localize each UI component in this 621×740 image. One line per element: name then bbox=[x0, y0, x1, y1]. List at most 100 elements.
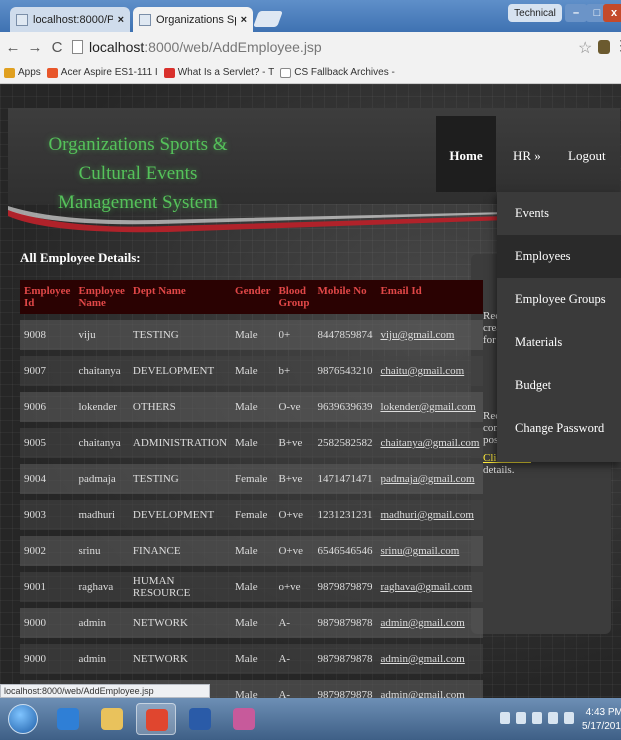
tray-icon[interactable] bbox=[548, 712, 558, 724]
cell-employee-name: viju bbox=[74, 320, 129, 350]
cell-email-id[interactable]: lokender@gmail.com bbox=[376, 392, 484, 422]
cell-blood-group: A- bbox=[274, 644, 314, 674]
menu-item-change-password[interactable]: Change Password bbox=[497, 407, 621, 450]
cell-email-id[interactable]: chaitanya@gmail.com bbox=[376, 428, 484, 458]
cell-gender: Male bbox=[231, 392, 275, 422]
nav-home[interactable]: Home bbox=[436, 116, 496, 192]
tab-title: Organizations Sports & C bbox=[156, 13, 236, 26]
taskbar-word-button[interactable] bbox=[180, 703, 220, 735]
minimize-button[interactable]: – bbox=[565, 4, 587, 22]
tab-close-icon[interactable]: × bbox=[241, 14, 247, 26]
taskbar-ie-button[interactable] bbox=[48, 703, 88, 735]
nav-hr[interactable]: HR » bbox=[513, 148, 541, 164]
page-icon bbox=[72, 40, 83, 54]
extension-icon[interactable] bbox=[598, 40, 610, 54]
reload-button[interactable]: C bbox=[48, 39, 66, 56]
clock-time: 4:43 PM bbox=[585, 707, 621, 718]
browser-menu-icon[interactable]: ⋮ bbox=[614, 38, 621, 55]
profile-button[interactable]: Technical bbox=[508, 4, 562, 22]
section-title: All Employee Details: bbox=[20, 250, 141, 265]
col-blood-group: Blood Group bbox=[274, 280, 314, 314]
cell-blood-group: A- bbox=[274, 608, 314, 638]
cell-blood-group: B+ve bbox=[274, 428, 314, 458]
menu-item-materials[interactable]: Materials bbox=[497, 321, 621, 364]
forward-button[interactable]: → bbox=[26, 39, 44, 56]
col-mobile-no: Mobile No bbox=[313, 280, 377, 314]
cell-email-id[interactable]: admin@gmail.com bbox=[376, 644, 484, 674]
tray-icon[interactable] bbox=[532, 712, 542, 724]
cell-gender: Male bbox=[231, 608, 275, 638]
tab-organizations[interactable]: Organizations Sports & C × bbox=[133, 7, 253, 32]
page-favicon-icon bbox=[16, 13, 28, 26]
col-dept-name: Dept Name bbox=[128, 280, 232, 314]
menu-item-events[interactable]: Events bbox=[497, 192, 621, 235]
cell-mobile-no: 1231231231 bbox=[313, 500, 377, 530]
cell-employee-name: admin bbox=[74, 608, 129, 638]
new-tab-button[interactable] bbox=[253, 11, 283, 27]
address-bar[interactable]: localhost:8000/web/AddEmployee.jsp bbox=[72, 36, 612, 58]
table-row: 9005 chaitanya ADMINISTRATION Male B+ve 25825… bbox=[20, 428, 484, 458]
cell-employee-name: raghava bbox=[74, 572, 129, 602]
table-row: 9004 padmaja TESTING Female B+ve 1471471471 pa… bbox=[20, 464, 484, 494]
tray-icon[interactable] bbox=[564, 712, 574, 724]
cell-dept-name: DEVELOPMENT bbox=[128, 500, 232, 530]
cell-mobile-no: 9879879879 bbox=[313, 572, 377, 602]
close-window-button[interactable]: x bbox=[603, 4, 621, 22]
cell-email-id[interactable]: viju@gmail.com bbox=[376, 320, 484, 350]
ie-icon bbox=[57, 708, 79, 730]
taskbar-explorer-button[interactable] bbox=[92, 703, 132, 735]
cell-employee-name: admin bbox=[74, 644, 129, 674]
cell-blood-group: b+ bbox=[274, 356, 314, 386]
bookmark-servlet[interactable]: What Is a Servlet? - T bbox=[163, 67, 274, 78]
back-button[interactable]: ← bbox=[4, 39, 22, 56]
cell-employee-id: 9006 bbox=[20, 392, 75, 422]
cell-email-id[interactable]: raghava@gmail.com bbox=[376, 572, 484, 602]
cell-email-id[interactable]: admin@gmail.com bbox=[376, 680, 484, 698]
bookmark-cs-fallback[interactable]: CS Fallback Archives - bbox=[280, 67, 395, 78]
cell-email-id[interactable]: madhuri@gmail.com bbox=[376, 500, 484, 530]
nav-logout[interactable]: Logout bbox=[568, 148, 606, 164]
cell-blood-group: B+ve bbox=[274, 464, 314, 494]
cell-email-id[interactable]: chaitu@gmail.com bbox=[376, 356, 484, 386]
menu-item-employee-groups[interactable]: Employee Groups bbox=[497, 278, 621, 321]
cell-email-id[interactable]: padmaja@gmail.com bbox=[376, 464, 484, 494]
cell-dept-name: DEVELOPMENT bbox=[128, 356, 232, 386]
menu-item-budget[interactable]: Budget bbox=[497, 364, 621, 407]
cell-employee-name: lokender bbox=[74, 392, 129, 422]
system-tray bbox=[500, 712, 574, 724]
cell-employee-id: 9001 bbox=[20, 572, 75, 602]
table-row: 9001 raghava HUMAN RESOURCE Male o+ve 9879879… bbox=[20, 572, 484, 602]
employee-table: Employee Id Employee Name Dept Name Gend… bbox=[20, 274, 484, 698]
start-button[interactable] bbox=[8, 704, 38, 734]
table-row: 9006 lokender OTHERS Male O-ve 9639639639 loke… bbox=[20, 392, 484, 422]
browser-tab-strip: localhost:8000/Pharmacy × Organizations … bbox=[0, 0, 621, 32]
taskbar-chrome-button[interactable] bbox=[136, 703, 176, 735]
table-row: 9000 admin NETWORK Male A- 9879879878 admin@gm… bbox=[20, 644, 484, 674]
taskbar-clock[interactable]: 4:43 PM 5/17/2016 bbox=[582, 706, 621, 734]
col-email-id: Email Id bbox=[376, 280, 484, 314]
tab-pharmacy[interactable]: localhost:8000/Pharmacy × bbox=[10, 7, 130, 32]
bookmark-apps[interactable]: Apps bbox=[4, 67, 41, 78]
menu-item-employees[interactable]: Employees bbox=[497, 235, 621, 278]
cell-email-id[interactable]: srinu@gmail.com bbox=[376, 536, 484, 566]
bookmark-acer[interactable]: Acer Aspire ES1-111 I bbox=[46, 67, 158, 78]
cell-mobile-no: 9876543210 bbox=[313, 356, 377, 386]
tray-icon[interactable] bbox=[516, 712, 526, 724]
table-row: 9007 chaitanya DEVELOPMENT Male b+ 9876543210… bbox=[20, 356, 484, 386]
tab-close-icon[interactable]: × bbox=[118, 14, 124, 26]
cell-dept-name: ADMINISTRATION bbox=[128, 428, 232, 458]
cell-mobile-no: 9639639639 bbox=[313, 392, 377, 422]
apps-icon bbox=[4, 67, 15, 78]
cell-mobile-no: 9879879878 bbox=[313, 680, 377, 698]
taskbar-tool-button[interactable] bbox=[224, 703, 264, 735]
cell-gender: Male bbox=[231, 320, 275, 350]
cell-gender: Male bbox=[231, 572, 275, 602]
bookmark-star-icon[interactable]: ☆ bbox=[578, 38, 592, 58]
bookmark-icon bbox=[163, 67, 175, 78]
table-header-row: Employee Id Employee Name Dept Name Gend… bbox=[20, 280, 484, 314]
table-row: 9008 viju TESTING Male 0+ 8447859874 viju@gmai… bbox=[20, 320, 484, 350]
cell-blood-group: O-ve bbox=[274, 392, 314, 422]
cell-gender: Male bbox=[231, 428, 275, 458]
cell-email-id[interactable]: admin@gmail.com bbox=[376, 608, 484, 638]
tray-icon[interactable] bbox=[500, 712, 510, 724]
